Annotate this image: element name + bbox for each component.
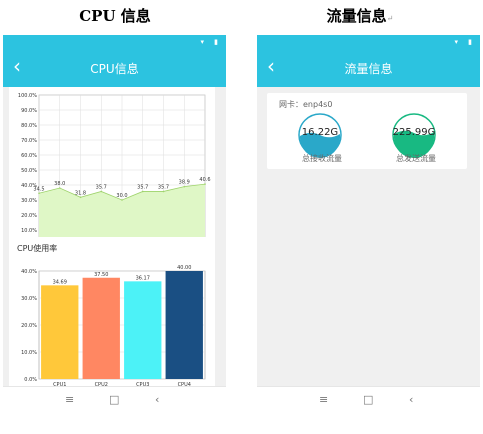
data-point — [58, 187, 61, 189]
bar — [165, 271, 203, 379]
wifi-icon: ▾ — [200, 38, 204, 46]
battery-icon: ▮ — [214, 38, 218, 46]
cpu-screen: ▾ ▮ ‹ CPU信息 100.0% 90.0% 80.0% 70.0% 60.0% 50… — [3, 35, 226, 417]
received-value: 16.22G — [301, 127, 339, 138]
cpu-usage-chart: 40.0%30.0%20.0%10.0%0.0%34.69CPU137.50CP… — [21, 265, 206, 392]
home-icon[interactable]: □ — [109, 393, 119, 406]
return-mark: ↵ — [386, 14, 394, 23]
y-tick-label: 80.0% — [21, 123, 37, 129]
y-tick-label: 10.0% — [21, 350, 37, 356]
data-label: 30.0 — [116, 193, 127, 199]
menu-icon[interactable]: ≡ — [319, 393, 328, 406]
bar — [41, 285, 79, 379]
page-title: 流量信息 — [344, 62, 393, 76]
y-tick-label: 50.0% — [21, 168, 37, 174]
wifi-icon: ▾ — [454, 38, 458, 46]
y-tick-label: 10.0% — [21, 228, 37, 234]
data-label: 35.7 — [96, 184, 107, 190]
caption-cpu-info: CPU 信息 — [30, 5, 200, 26]
data-label: 35.7 — [158, 184, 169, 190]
data-point — [38, 192, 40, 195]
sent-label: 总发送流量 — [396, 154, 436, 163]
data-point — [100, 190, 103, 193]
y-tick-label: 90.0% — [21, 108, 37, 114]
home-icon[interactable]: □ — [363, 393, 373, 406]
cpu-history-chart: 100.0%90.0%80.0%70.0%60.0%50.0%40.0%30.0… — [18, 93, 212, 255]
sent-value: 225.99G — [392, 127, 436, 138]
traffic-screen: ▾ ▮ ‹ 流量信息 网卡：enp4s0 16.22G 总接收流量 225.99… — [257, 35, 480, 417]
y-tick-label: 20.0% — [21, 213, 37, 219]
data-point — [204, 183, 206, 185]
data-label: 40.6 — [199, 177, 210, 183]
y-tick-label: 0.0% — [24, 377, 37, 383]
y-tick-label: 20.0% — [21, 323, 37, 329]
system-nav-bar: ≡ □ ‹ — [3, 386, 226, 417]
cpu-history-card: 100.0% 90.0% 80.0% 70.0% 60.0% 50.0% 40.0% 30.0… — [9, 87, 215, 257]
bar-value-label: 40.00 — [177, 265, 191, 271]
bar-value-label: 34.69 — [53, 279, 67, 285]
caption-text: CPU 信息 — [79, 7, 151, 25]
cpu-usage-card: CPU使用率 40.0% 30.0% 20.0% 10.0% 0.0% 34.69 CPU1… — [9, 237, 215, 405]
data-point — [121, 199, 123, 201]
page-title: CPU信息 — [90, 62, 139, 76]
bar-value-label: 36.17 — [136, 275, 150, 281]
nav-back-icon[interactable]: ‹ — [155, 393, 159, 406]
y-tick-label: 70.0% — [21, 138, 37, 144]
y-tick-label: 100.0% — [18, 93, 37, 99]
data-point — [162, 190, 165, 193]
menu-icon[interactable]: ≡ — [65, 393, 74, 406]
caption-text: 流量信息 — [326, 7, 387, 25]
nav-back-icon[interactable]: ‹ — [409, 393, 413, 406]
app-bar: ‹ CPU信息 — [3, 49, 226, 87]
battery-icon: ▮ — [468, 38, 472, 46]
bar — [82, 277, 120, 379]
caption-traffic-info: 流量信息↵ — [275, 5, 445, 26]
status-bar: ▾ ▮ — [257, 35, 480, 49]
y-tick-label: 30.0% — [21, 198, 37, 204]
y-tick-label: 30.0% — [21, 296, 37, 302]
status-bar: ▾ ▮ — [3, 35, 226, 49]
system-nav-bar: ≡ □ ‹ — [257, 386, 480, 417]
data-point — [79, 196, 82, 199]
received-label: 总接收流量 — [302, 154, 342, 163]
nic-label: 网卡：enp4s0 — [279, 100, 333, 109]
data-point — [141, 190, 144, 193]
data-label: 38.9 — [179, 180, 190, 186]
data-label: 31.8 — [75, 190, 86, 196]
bar — [124, 281, 162, 379]
data-label: 38.0 — [54, 181, 65, 187]
data-label: 35.7 — [137, 184, 148, 190]
app-bar: ‹ 流量信息 — [257, 49, 480, 87]
bar-value-label: 37.50 — [94, 272, 108, 278]
network-card: 网卡：enp4s0 16.22G 总接收流量 225.99G 总发送流量 — [267, 93, 467, 169]
y-tick-label: 60.0% — [21, 153, 37, 159]
y-tick-label: 40.0% — [21, 269, 37, 275]
data-point — [183, 185, 186, 188]
data-label: 34.5 — [33, 186, 44, 192]
